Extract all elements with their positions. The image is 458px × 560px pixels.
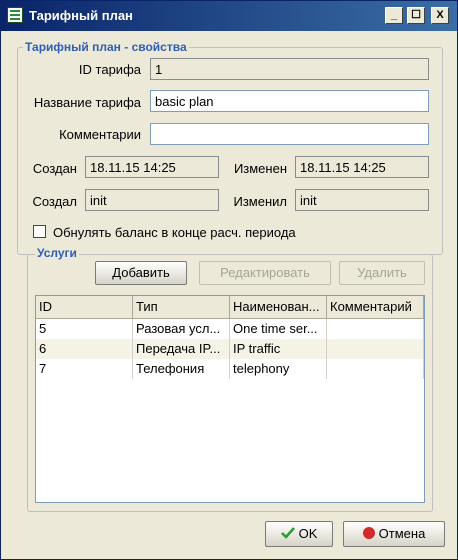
cell-comment (327, 339, 424, 359)
table-row[interactable]: 5 Разовая усл... One time ser... (36, 319, 424, 339)
ok-label: OK (298, 526, 318, 541)
table-header: ID Тип Наименован... Комментарий (36, 296, 424, 319)
modified-label: Изменен (233, 161, 287, 176)
tariff-id-field: 1 (150, 58, 429, 80)
edit-service-button[interactable]: Редактировать (199, 261, 331, 285)
cell-type: Разовая усл... (133, 319, 230, 339)
cancel-label: Отмена (378, 526, 426, 541)
modified-field: 18.11.15 14:25 (295, 156, 429, 178)
cell-name: telephony (230, 359, 327, 379)
cell-comment (327, 359, 424, 379)
properties-legend: Тарифный план - свойства (23, 40, 189, 54)
delete-service-button[interactable]: Удалить (339, 261, 425, 285)
checkmark-icon (280, 527, 295, 539)
tariff-plan-window: Тарифный план _ ☐ X Тарифный план - свой… (0, 0, 458, 560)
reset-balance-label[interactable]: Обнулять баланс в конце расч. периода (53, 225, 296, 240)
created-label: Создан (32, 161, 77, 176)
creator-label: Создал (32, 194, 77, 209)
services-table: ID Тип Наименован... Комментарий 5 Разов… (35, 295, 425, 503)
window-title: Тарифный план (29, 8, 133, 23)
tariff-id-label: ID тарифа (78, 62, 141, 77)
cancel-button[interactable]: Отмена (343, 521, 445, 547)
services-legend: Услуги (35, 246, 79, 260)
minimize-button[interactable]: _ (385, 7, 403, 24)
title-bar[interactable]: Тарифный план _ ☐ X (1, 1, 457, 31)
modifier-field: init (295, 189, 429, 211)
cell-id: 6 (36, 339, 133, 359)
tariff-name-input[interactable]: basic plan (150, 90, 429, 112)
modifier-label: Изменил (233, 194, 288, 209)
tariff-name-label: Название тарифа (33, 95, 141, 110)
add-service-button[interactable]: Добавить (95, 261, 187, 285)
cell-type: Телефония (133, 359, 230, 379)
cell-id: 5 (36, 319, 133, 339)
reset-balance-checkbox[interactable] (33, 225, 46, 238)
cell-id: 7 (36, 359, 133, 379)
table-row[interactable]: 6 Передача IP... IP traffic (36, 339, 424, 359)
column-header-type[interactable]: Тип (133, 296, 230, 318)
app-icon (7, 7, 23, 23)
column-header-name[interactable]: Наименован... (230, 296, 327, 318)
creator-field: init (85, 189, 219, 211)
ok-button[interactable]: OK (265, 521, 333, 547)
column-header-id[interactable]: ID (36, 296, 133, 318)
comment-input[interactable] (150, 123, 429, 145)
table-row[interactable]: 7 Телефония telephony (36, 359, 424, 379)
close-button[interactable]: X (431, 7, 449, 24)
maximize-button[interactable]: ☐ (407, 7, 425, 24)
cell-name: IP traffic (230, 339, 327, 359)
cancel-icon (362, 527, 375, 539)
cell-comment (327, 319, 424, 339)
created-field: 18.11.15 14:25 (85, 156, 219, 178)
column-header-comment[interactable]: Комментарий (327, 296, 424, 318)
cell-name: One time ser... (230, 319, 327, 339)
cell-type: Передача IP... (133, 339, 230, 359)
comment-label: Комментарии (59, 127, 141, 142)
